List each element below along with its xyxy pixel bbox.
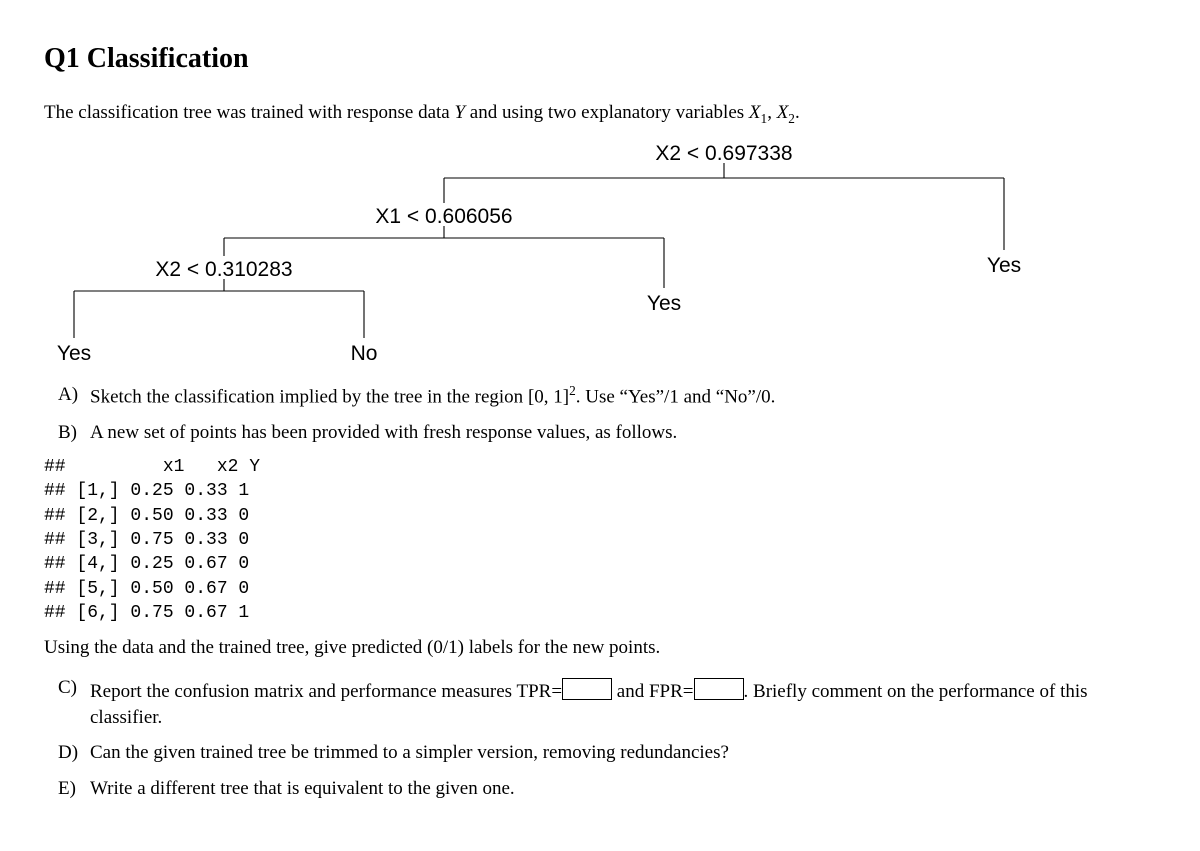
tree-leaf-no: No — [351, 342, 378, 365]
item-a: A) Sketch the classification implied by … — [90, 382, 1156, 410]
item-marker: A) — [58, 382, 78, 408]
intro-paragraph: The classification tree was trained with… — [44, 100, 1156, 128]
item-text: Write a different tree that is equivalen… — [90, 778, 515, 799]
item-text: A new set of points has been provided wi… — [90, 422, 677, 443]
intro-text: . — [795, 102, 800, 123]
tpr-blank[interactable] — [562, 678, 612, 700]
item-text: Sketch the classification implied by the… — [90, 386, 528, 407]
question-list: A) Sketch the classification implied by … — [44, 382, 1156, 446]
variable-y: Y — [454, 102, 465, 123]
item-b: B) A new set of points has been provided… — [90, 420, 1156, 446]
tree-left-left-label: X2 < 0.310283 — [155, 258, 292, 281]
subscript: 2 — [788, 111, 795, 126]
region: [0, 1] — [528, 386, 569, 407]
item-text: Can the given trained tree be trimmed to… — [90, 742, 729, 763]
item-marker: D) — [58, 740, 78, 766]
tree-leaf-yes: Yes — [647, 292, 681, 315]
variable-x2: X — [777, 102, 789, 123]
variable-x1: X — [749, 102, 761, 123]
item-marker: E) — [58, 776, 76, 802]
item-text: Report the confusion matrix and performa… — [90, 681, 562, 702]
item-marker: B) — [58, 420, 77, 446]
classification-tree: X2 < 0.697338 X1 < 0.606056 X2 < 0.31028… — [44, 138, 1156, 368]
tree-leaf-yes: Yes — [987, 254, 1021, 277]
item-c: C) Report the confusion matrix and perfo… — [90, 675, 1156, 730]
item-marker: C) — [58, 675, 77, 701]
intro-text: and using two explanatory variables — [465, 102, 749, 123]
intro-text: The classification tree was trained with… — [44, 102, 454, 123]
tree-leaf-yes: Yes — [57, 342, 91, 365]
item-text: and FPR= — [612, 681, 693, 702]
question-title: Q1 Classification — [44, 40, 1156, 78]
item-text: . Use “Yes”/1 and “No”/0. — [576, 386, 776, 407]
tree-root-label: X2 < 0.697338 — [655, 142, 792, 165]
superscript: 2 — [569, 383, 576, 398]
after-data-text: Using the data and the trained tree, giv… — [44, 635, 1156, 661]
data-table: ## x1 x2 Y ## [1,] 0.25 0.33 1 ## [2,] 0… — [44, 455, 1156, 625]
fpr-blank[interactable] — [694, 678, 744, 700]
question-list-continued: C) Report the confusion matrix and perfo… — [44, 675, 1156, 802]
intro-text: , — [767, 102, 777, 123]
item-e: E) Write a different tree that is equiva… — [90, 776, 1156, 802]
tree-left-label: X1 < 0.606056 — [375, 205, 512, 228]
item-d: D) Can the given trained tree be trimmed… — [90, 740, 1156, 766]
